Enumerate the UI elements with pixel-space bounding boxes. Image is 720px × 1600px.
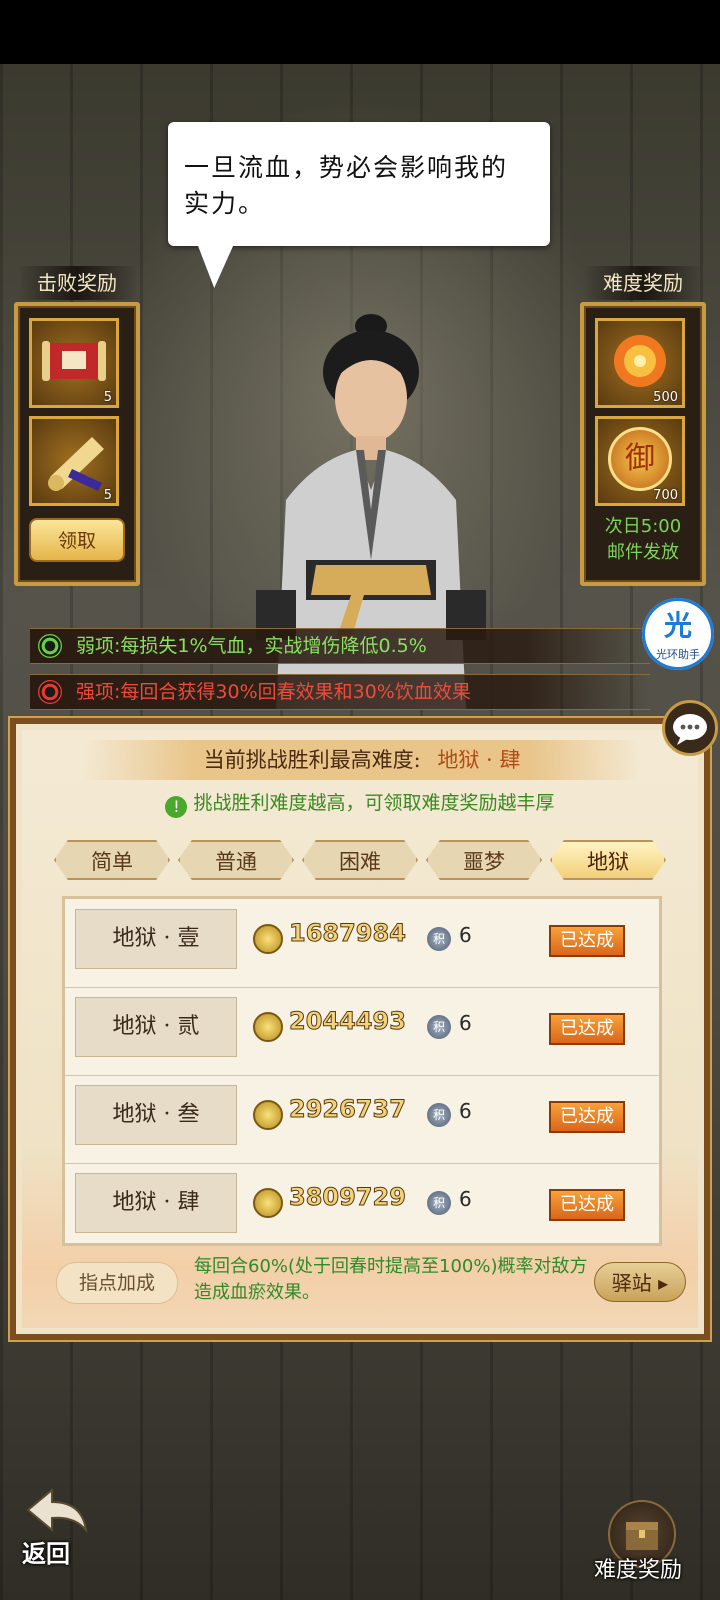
achieved-badge: 已达成 — [549, 1013, 625, 1045]
level-row[interactable]: 地狱 · 壹 1687984 积 6 已达成 — [65, 899, 659, 988]
tab-normal[interactable]: 普通 — [178, 840, 294, 880]
helper-label: 光环助手 — [656, 648, 700, 661]
level-name: 地狱 · 贰 — [75, 997, 237, 1057]
mail-note-method: 邮件发放 — [607, 542, 679, 563]
points-count: 6 — [459, 1011, 472, 1035]
challenge-panel: 当前挑战胜利最高难度: 地狱 · 肆 ! 挑战胜利难度越高，可领取难度奖励越丰厚 … — [10, 718, 710, 1340]
dialogue-text: 一旦流血，势必会影响我的实力。 — [184, 153, 509, 218]
speech-bubble-tail — [195, 240, 245, 288]
exclamation-icon: ! — [165, 796, 188, 818]
scroll-icon — [42, 341, 106, 381]
achieved-badge: 已达成 — [549, 1189, 625, 1221]
back-button-label[interactable]: 返回 — [22, 1534, 70, 1569]
weakness-text: 弱项:每损失1%气血，实战增伤降低0.5% — [76, 635, 427, 657]
station-label: 驿站 — [611, 1271, 652, 1295]
coin-icon — [253, 1100, 283, 1130]
speech-bubble: 一旦流血，势必会影响我的实力。 — [168, 122, 550, 246]
difficulty-tip: ! 挑战胜利难度越高，可领取难度奖励越丰厚 — [22, 788, 698, 818]
status-bar — [0, 0, 720, 64]
level-name: 地狱 · 壹 — [75, 909, 237, 969]
guidance-bonus-text: 每回合60%(处于回春时提高至100%)概率对敌方造成血瘀效果。 — [194, 1256, 588, 1303]
item-count: 700 — [653, 488, 678, 503]
points-count: 6 — [459, 1099, 472, 1123]
achieved-badge: 已达成 — [549, 925, 625, 957]
score-value: 1687984 — [289, 919, 407, 948]
station-button[interactable]: 驿站 ▸ — [594, 1262, 686, 1302]
defeat-rewards-title: 击败奖励 — [18, 266, 136, 300]
strength-buff-bar: 强项:每回合获得30%回春效果和30%饮血效果 — [30, 674, 650, 710]
difficulty-rewards-panel: 500 御 700 次日5:00 邮件发放 — [580, 302, 706, 586]
tab-nightmare[interactable]: 噩梦 — [426, 840, 542, 880]
defeat-rewards-panel: 5 5 领取 — [14, 302, 140, 586]
level-row[interactable]: 地狱 · 叁 2926737 积 6 已达成 — [65, 1075, 659, 1164]
coin-icon — [253, 924, 283, 954]
seal-glyph: 御 — [608, 427, 672, 491]
points-badge-icon: 积 — [427, 1015, 451, 1039]
speech-bubble-icon — [673, 714, 707, 745]
rolled-scroll-icon — [48, 437, 104, 491]
level-row[interactable]: 地狱 · 肆 3809729 积 6 已达成 — [65, 1163, 659, 1251]
banner-value: 地狱 · 肆 — [437, 748, 521, 772]
target-red-icon — [38, 680, 62, 704]
score-value: 2044493 — [289, 1007, 407, 1036]
defeat-reward-slot-1[interactable]: 5 — [29, 318, 119, 408]
strength-text: 强项:每回合获得30%回春效果和30%饮血效果 — [76, 681, 471, 703]
tab-hell[interactable]: 地狱 — [550, 840, 666, 880]
aura-helper-button[interactable]: 光 光环助手 — [642, 598, 714, 670]
points-badge-icon: 积 — [427, 1103, 451, 1127]
item-count: 500 — [653, 390, 678, 405]
difficulty-reward-slot-1[interactable]: 500 — [595, 318, 685, 408]
item-count: 5 — [103, 390, 112, 405]
level-row[interactable]: 地狱 · 贰 2044493 积 6 已达成 — [65, 987, 659, 1076]
points-count: 6 — [459, 923, 472, 947]
mail-note-time: 次日5:00 — [604, 516, 682, 537]
difficulty-reward-slot-2[interactable]: 御 700 — [595, 416, 685, 506]
challenge-panel-inner: 当前挑战胜利最高难度: 地狱 · 肆 ! 挑战胜利难度越高，可领取难度奖励越丰厚 … — [22, 730, 698, 1328]
flame-flower-icon — [614, 335, 666, 387]
difficulty-rewards-title: 难度奖励 — [584, 266, 702, 300]
seal-coin-icon: 御 — [598, 419, 682, 499]
banner-prefix: 当前挑战胜利最高难度: — [203, 748, 421, 772]
highest-difficulty-banner: 当前挑战胜利最高难度: 地狱 · 肆 — [82, 740, 642, 780]
coin-icon — [253, 1188, 283, 1218]
target-green-icon — [38, 634, 62, 658]
claim-button[interactable]: 领取 — [29, 518, 125, 562]
guidance-bonus-label: 指点加成 — [56, 1262, 178, 1304]
points-count: 6 — [459, 1187, 472, 1211]
chat-button[interactable] — [662, 700, 718, 756]
difficulty-reward-label[interactable]: 难度奖励 — [594, 1552, 682, 1584]
mail-delivery-note: 次日5:00 邮件发放 — [584, 514, 702, 566]
level-name: 地狱 · 叁 — [75, 1085, 237, 1145]
helper-glyph: 光 — [663, 609, 692, 642]
score-value: 2926737 — [289, 1095, 407, 1124]
weakness-buff-bar: 弱项:每损失1%气血，实战增伤降低0.5% — [30, 628, 650, 664]
tip-text: 挑战胜利难度越高，可领取难度奖励越丰厚 — [193, 792, 555, 814]
chevron-right-icon: ▸ — [658, 1271, 669, 1295]
coin-icon — [253, 1012, 283, 1042]
difficulty-level-list: 地狱 · 壹 1687984 积 6 已达成 地狱 · 贰 2044493 积 … — [62, 896, 662, 1246]
points-badge-icon: 积 — [427, 927, 451, 951]
tab-hard[interactable]: 困难 — [302, 840, 418, 880]
score-value: 3809729 — [289, 1183, 407, 1212]
defeat-reward-slot-2[interactable]: 5 — [29, 416, 119, 506]
tab-easy[interactable]: 简单 — [54, 840, 170, 880]
item-count: 5 — [103, 488, 112, 503]
points-badge-icon: 积 — [427, 1191, 451, 1215]
achieved-badge: 已达成 — [549, 1101, 625, 1133]
level-name: 地狱 · 肆 — [75, 1173, 237, 1233]
